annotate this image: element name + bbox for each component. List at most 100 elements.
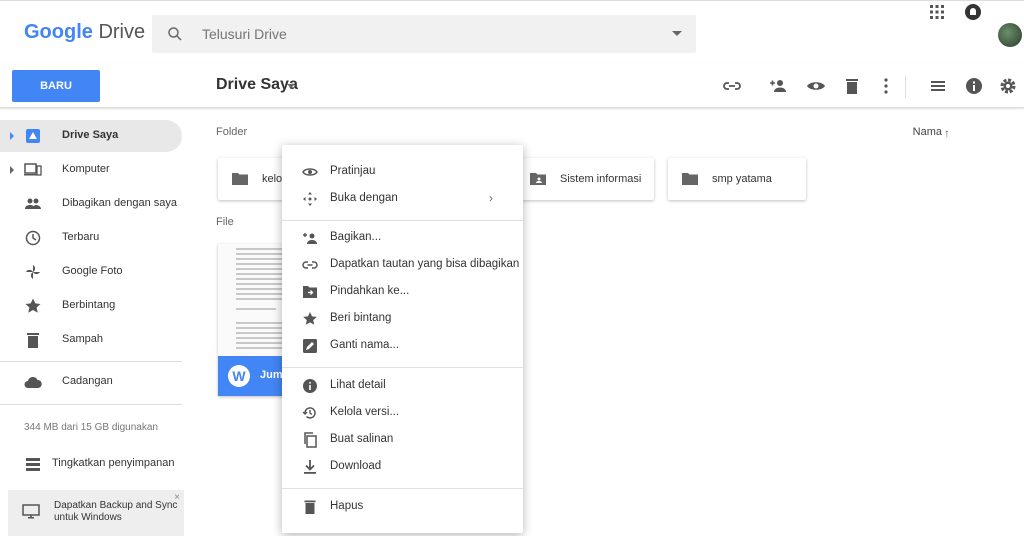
menu-item-preview[interactable]: Pratinjau: [282, 159, 523, 185]
link-icon[interactable]: [722, 76, 742, 96]
toolbar-divider: [905, 76, 906, 98]
info-icon[interactable]: [964, 76, 984, 96]
sidebar-item-label: Berbintang: [62, 299, 116, 311]
menu-item-rename[interactable]: Ganti nama...: [282, 333, 523, 359]
chevron-down-icon[interactable]: [287, 84, 295, 88]
menu-item-label: Dapatkan tautan yang bisa dibagikan: [330, 258, 520, 270]
sidebar-item-dibagikan[interactable]: Dibagikan dengan saya: [0, 188, 182, 220]
menu-item-label: Buat salinan: [330, 433, 394, 445]
menu-item-open-with[interactable]: Buka dengan ›: [282, 186, 523, 212]
trash-icon: [304, 500, 316, 514]
notifications-icon[interactable]: [962, 1, 984, 23]
sidebar-item-terbaru[interactable]: Terbaru: [0, 222, 182, 254]
menu-item-make-copy[interactable]: Buat salinan: [282, 427, 523, 453]
toolbar: BARU Drive Saya: [0, 64, 1024, 108]
cloud-icon: [24, 376, 42, 388]
upgrade-storage-link[interactable]: Tingkatkan penyimpanan: [0, 448, 182, 480]
sidebar-item-komputer[interactable]: Komputer: [0, 154, 182, 186]
copy-icon: [304, 432, 317, 448]
upgrade-storage-label: Tingkatkan penyimpanan: [52, 457, 175, 469]
backup-sync-label: Dapatkan Backup and Sync untuk Windows: [54, 500, 178, 523]
sidebar-item-drive-saya[interactable]: Drive Saya: [0, 120, 182, 152]
menu-item-manage-versions[interactable]: Kelola versi...: [282, 400, 523, 426]
top-bar: Google Drive: [0, 0, 1024, 64]
folder-label: Sistem informasi: [560, 173, 642, 185]
sidebar-divider: [0, 404, 182, 405]
sidebar-item-label: Google Foto: [62, 265, 123, 277]
drive-icon: [26, 129, 40, 143]
sort-by-name[interactable]: Nama: [913, 126, 942, 138]
eye-icon: [302, 168, 318, 176]
menu-item-view-details[interactable]: Lihat detail: [282, 373, 523, 399]
menu-divider: [282, 220, 523, 221]
sidebar-item-google-foto[interactable]: Google Foto: [0, 256, 182, 288]
search-options-dropdown-icon[interactable]: [672, 31, 682, 36]
menu-item-download[interactable]: Download: [282, 454, 523, 480]
menu-item-label: Download: [330, 460, 382, 472]
sidebar-item-label: Drive Saya: [62, 129, 119, 141]
menu-item-label: Buka dengan: [330, 192, 398, 204]
storage-icon: [26, 458, 40, 471]
trash-icon[interactable]: [842, 76, 862, 96]
preview-eye-icon[interactable]: [806, 76, 826, 96]
menu-item-get-link[interactable]: Dapatkan tautan yang bisa dibagikan: [282, 252, 523, 278]
search-box[interactable]: [152, 15, 696, 53]
info-icon: [303, 379, 317, 393]
sidebar-item-label: Terbaru: [62, 231, 100, 243]
file-section-label: File: [216, 216, 234, 228]
storage-usage: 344 MB dari 15 GB digunakan: [24, 422, 158, 433]
link-icon: [302, 261, 318, 269]
menu-item-label: Bagikan...: [330, 231, 382, 243]
move-to-folder-icon: [303, 286, 317, 298]
menu-item-label: Beri bintang: [330, 312, 392, 324]
open-with-move-icon: [303, 192, 317, 206]
sidebar: Drive Saya Komputer Dibagikan dengan say…: [0, 108, 200, 536]
new-button[interactable]: BARU: [12, 70, 100, 102]
settings-gear-icon[interactable]: [998, 76, 1018, 96]
word-document-icon: W: [228, 365, 250, 387]
sidebar-item-label: Sampah: [62, 333, 103, 345]
sidebar-item-berbintang[interactable]: Berbintang: [0, 290, 182, 322]
search-input[interactable]: [202, 23, 622, 45]
google-drive-logo[interactable]: Google Drive: [24, 21, 145, 44]
apps-grid-icon[interactable]: [926, 1, 948, 23]
sort-ascending-arrow-icon[interactable]: ↑: [944, 126, 950, 140]
sidebar-item-sampah[interactable]: Sampah: [0, 324, 182, 356]
sidebar-item-label: Cadangan: [62, 375, 113, 387]
history-icon: [302, 407, 316, 419]
sidebar-item-label: Dibagikan dengan saya: [62, 197, 177, 209]
download-icon: [304, 460, 316, 474]
logo-drive-text: Drive: [98, 21, 146, 43]
menu-item-delete[interactable]: Hapus: [282, 494, 523, 520]
sidebar-divider: [0, 361, 182, 362]
menu-item-label: Hapus: [330, 500, 364, 512]
clock-icon: [25, 230, 41, 246]
expand-arrow-icon[interactable]: [10, 166, 14, 174]
add-person-icon[interactable]: [768, 76, 788, 96]
pinwheel-icon: [26, 265, 40, 279]
menu-item-move-to[interactable]: Pindahkan ke...: [282, 279, 523, 305]
more-vert-icon[interactable]: [876, 76, 896, 96]
sidebar-item-cadangan[interactable]: Cadangan: [0, 366, 182, 398]
menu-divider: [282, 488, 523, 489]
star-icon: [25, 298, 41, 313]
menu-item-share[interactable]: Bagikan...: [282, 225, 523, 251]
expand-arrow-icon[interactable]: [10, 132, 14, 140]
avatar[interactable]: [998, 23, 1022, 47]
computer-icon: [24, 163, 42, 176]
chevron-right-icon: ›: [489, 191, 493, 205]
menu-item-label: Kelola versi...: [330, 406, 400, 418]
menu-item-star[interactable]: Beri bintang: [282, 306, 523, 332]
shared-folder-icon: [530, 173, 546, 185]
menu-divider: [282, 367, 523, 368]
folder-section-label: Folder: [216, 126, 248, 138]
folder-card[interactable]: Sistem informasi: [516, 158, 654, 200]
close-icon[interactable]: ×: [174, 492, 180, 503]
trash-icon: [27, 333, 39, 348]
backup-sync-promo[interactable]: Dapatkan Backup and Sync untuk Windows ×: [8, 490, 184, 536]
monitor-icon: [22, 504, 40, 519]
list-view-icon[interactable]: [928, 76, 948, 96]
search-icon[interactable]: [166, 25, 184, 43]
folder-card[interactable]: smp yatama: [668, 158, 806, 200]
drive-title[interactable]: Drive Saya: [216, 76, 298, 94]
